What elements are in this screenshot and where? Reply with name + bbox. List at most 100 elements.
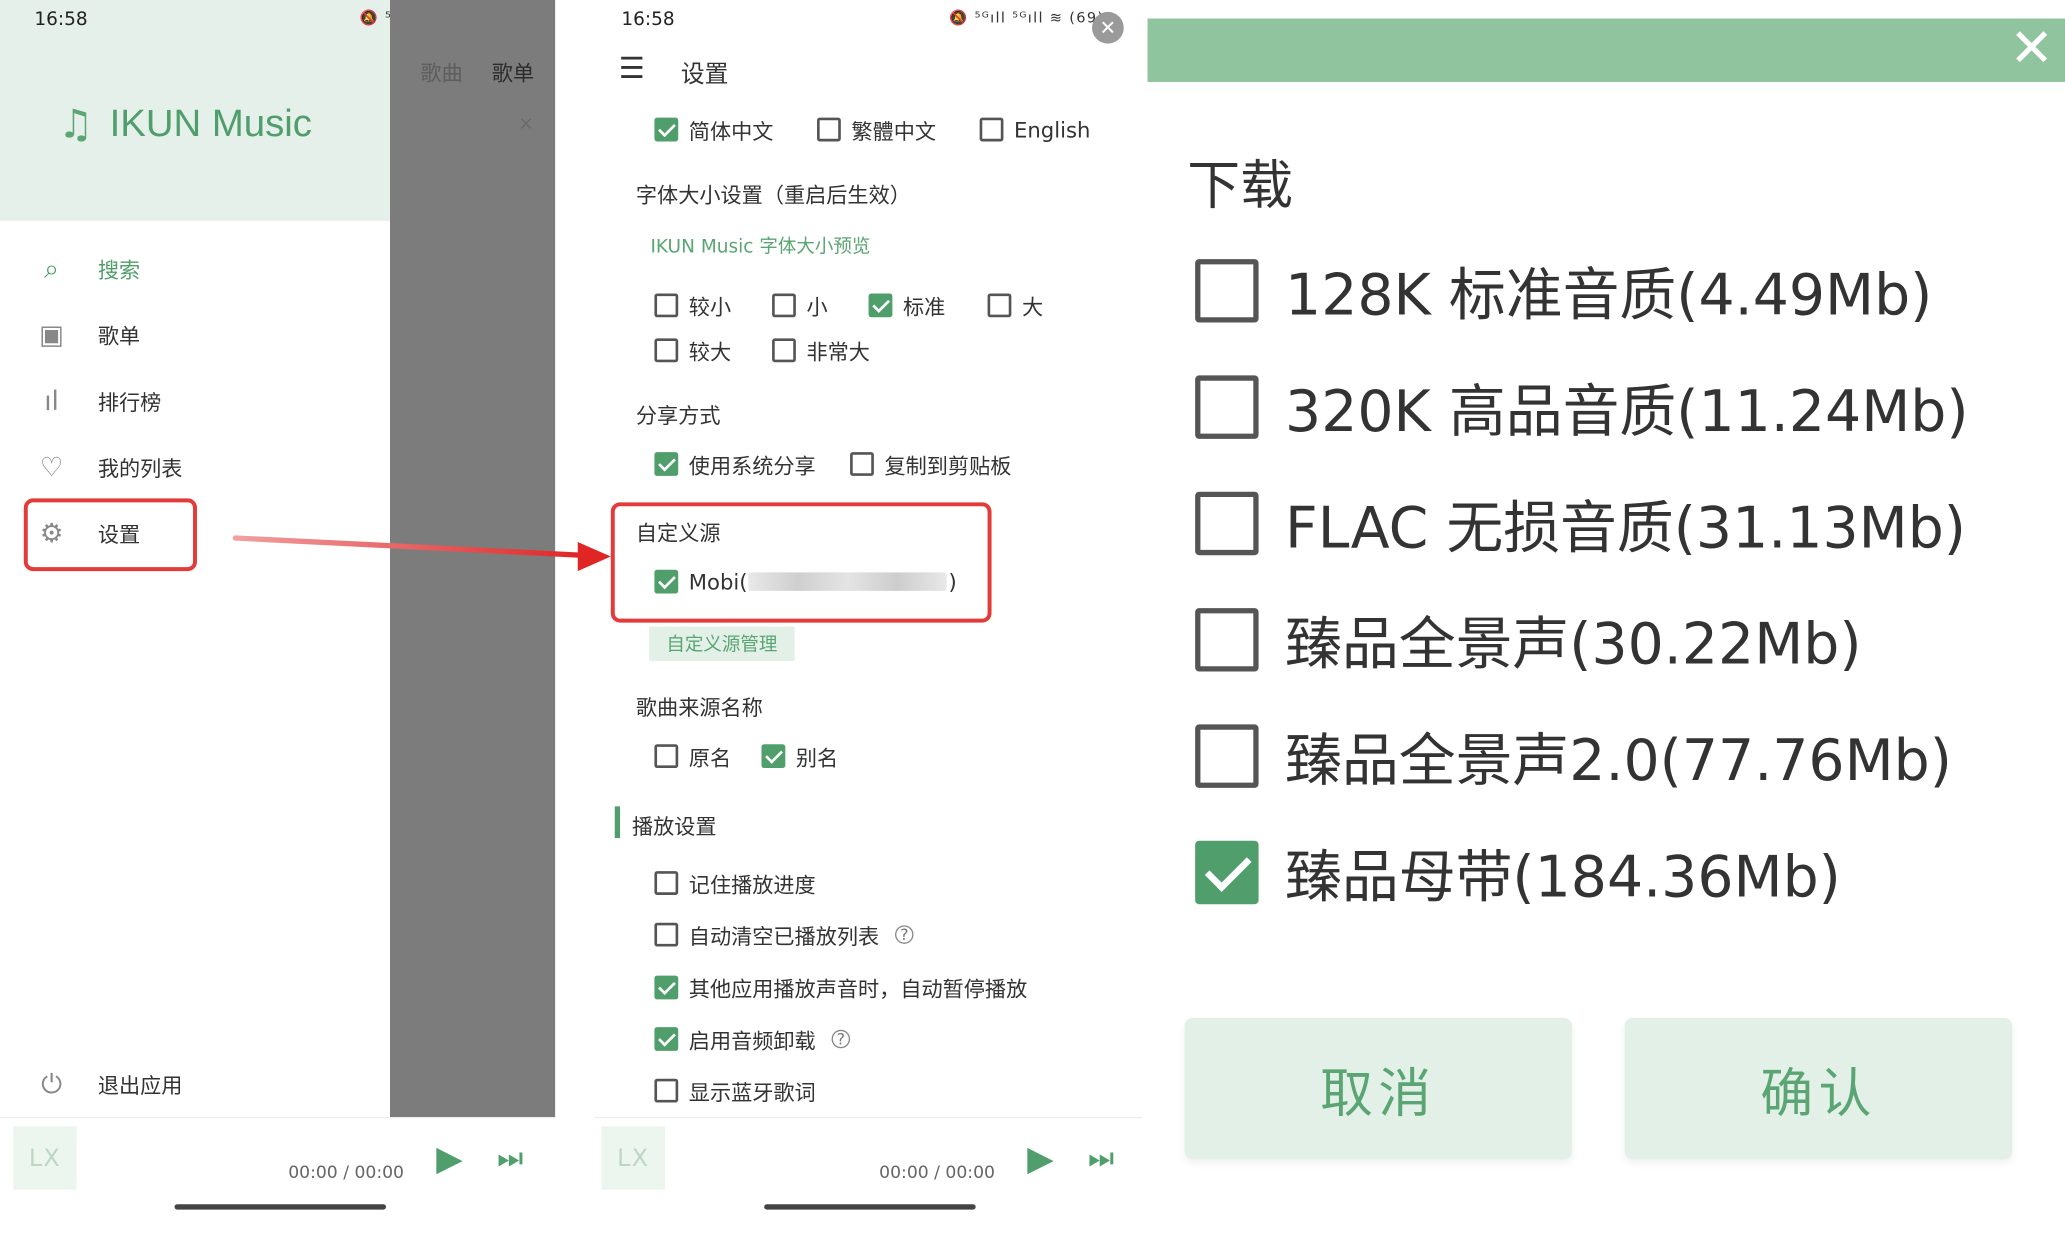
font-standard-checkbox[interactable]: 标准 — [868, 291, 946, 320]
checkbox-unchecked — [772, 293, 796, 318]
quality-option-flac[interactable]: FLAC 无损音质(31.13Mb) — [1195, 490, 1966, 562]
section-accent-bar — [614, 806, 621, 839]
close-icon[interactable]: ✕ — [2010, 21, 2054, 77]
drawer-item-playlist[interactable]: ▣ 歌单 — [34, 315, 140, 355]
drawer-item-label: 搜索 — [97, 257, 141, 283]
checkbox-unchecked — [654, 293, 679, 318]
home-indicator — [174, 1204, 387, 1210]
checkbox-label: 简体中文 — [688, 118, 774, 145]
custom-source-manage-button[interactable]: 自定义源管理 — [649, 626, 795, 661]
lang-zh-tw-checkbox[interactable]: 繁體中文 — [817, 115, 936, 144]
custom-source-highlight-box — [610, 502, 992, 623]
drawer-item-label: 歌单 — [97, 323, 141, 349]
album-art[interactable]: LX — [13, 1126, 77, 1190]
play-time: 00:00 / 00:00 — [288, 1163, 404, 1184]
drawer-screen: 16:58 🔕 ⁵ᴳıll ⁵ᴳıll ≋ (69) ♫ IKUN Music … — [0, 0, 556, 1236]
checkbox-unchecked — [1195, 491, 1259, 556]
checkbox-unchecked — [654, 338, 679, 363]
checkbox-label: 复制到剪贴板 — [884, 453, 1012, 479]
font-larger-checkbox[interactable]: 较大 — [654, 336, 731, 365]
checkbox-checked — [868, 293, 893, 318]
auto-clear-checkbox[interactable]: 自动清空已播放列表? — [654, 920, 914, 950]
help-icon[interactable]: ? — [895, 925, 914, 944]
checkbox-label: 小 — [806, 294, 828, 320]
quality-option-atmos-2[interactable]: 臻品全景声2.0(77.76Mb) — [1195, 723, 1952, 794]
font-small-checkbox[interactable]: 小 — [772, 291, 828, 320]
dialog-title: 下载 — [1187, 155, 1293, 217]
checkbox-unchecked — [1195, 375, 1259, 439]
search-icon: ⌕ — [44, 252, 59, 285]
checkbox-label: 标准 — [902, 294, 946, 320]
share-section-title: 分享方式 — [635, 403, 721, 429]
cancel-button[interactable]: 取消 — [1184, 1017, 1572, 1160]
font-preview-text: IKUN Music 字体大小预览 — [650, 236, 871, 258]
checkbox-unchecked — [987, 293, 1012, 318]
close-icon[interactable]: ✕ — [1092, 11, 1124, 44]
checkbox-unchecked — [654, 744, 679, 769]
drawer-item-search[interactable]: ⌕ 搜索 — [34, 249, 140, 289]
exit-app-button[interactable]: ⏻ 退出应用 — [34, 1064, 182, 1104]
audio-offload-checkbox[interactable]: 启用音频卸载? — [654, 1024, 851, 1054]
checkbox-label: 原名 — [688, 745, 732, 771]
font-huge-checkbox[interactable]: 非常大 — [772, 336, 870, 365]
player-bar: LX 00:00 / 00:00 ▶ ⏭ — [594, 1117, 1143, 1236]
settings-screen: 16:58 🔕 ⁵ᴳıll ⁵ᴳıll ≋ (69) ✕ ☰ 设置 简体中文 繁… — [594, 0, 1143, 1236]
status-icons: 🔕 ⁵ᴳıll ⁵ᴳıll ≋ (69) — [949, 9, 1105, 27]
quality-option-atmos[interactable]: 臻品全景声(30.22Mb) — [1195, 607, 1862, 678]
chart-icon: ıl — [44, 384, 59, 417]
dimmed-overlay[interactable]: 歌曲 歌单 × — [390, 0, 556, 1118]
font-smaller-checkbox[interactable]: 较小 — [654, 291, 731, 320]
source-name-alias-checkbox[interactable]: 别名 — [761, 742, 838, 771]
lang-zh-cn-checkbox[interactable]: 简体中文 — [654, 115, 773, 144]
source-name-original-checkbox[interactable]: 原名 — [654, 742, 731, 771]
app-brand: ♫ IKUN Music — [58, 98, 312, 151]
next-track-icon[interactable]: ⏭ — [1088, 1142, 1114, 1175]
checkbox-unchecked — [850, 452, 874, 476]
close-icon: × — [518, 113, 534, 135]
checkbox-label: 自动清空已播放列表 — [688, 924, 880, 950]
remember-progress-checkbox[interactable]: 记住播放进度 — [654, 869, 816, 898]
checkbox-label: 大 — [1021, 294, 1044, 320]
auto-pause-checkbox[interactable]: 其他应用播放声音时，自动暂停播放 — [654, 973, 1027, 1002]
play-icon[interactable]: ▶ — [1027, 1140, 1053, 1180]
checkbox-checked — [1195, 840, 1259, 905]
bluetooth-lyrics-checkbox[interactable]: 显示蓝牙歌词 — [654, 1076, 816, 1106]
quality-option-master[interactable]: 臻品母带(184.36Mb) — [1195, 839, 1841, 911]
drawer-item-chart[interactable]: ıl 排行榜 — [34, 381, 161, 421]
quality-label: 臻品母带(184.36Mb) — [1285, 844, 1841, 911]
lang-en-checkbox[interactable]: English — [979, 115, 1090, 144]
quality-option-128k[interactable]: 128K 标准音质(4.49Mb) — [1195, 258, 1932, 329]
status-time: 16:58 — [34, 9, 88, 31]
dialog-title-bar — [1147, 18, 2065, 82]
checkbox-label: 记住播放进度 — [688, 872, 816, 898]
download-dialog: ✕ 下载 128K 标准音质(4.49Mb) 320K 高品音质(11.24Mb… — [1147, 0, 2065, 1236]
checkbox-label: 显示蓝牙歌词 — [688, 1080, 816, 1106]
checkbox-checked — [654, 117, 679, 142]
menu-icon[interactable]: ☰ — [619, 53, 645, 86]
quality-option-320k[interactable]: 320K 高品音质(11.24Mb) — [1195, 374, 1969, 445]
share-clipboard-checkbox[interactable]: 复制到剪贴板 — [850, 449, 1012, 479]
playlist-icon: ▣ — [39, 318, 65, 351]
font-large-checkbox[interactable]: 大 — [987, 291, 1044, 320]
checkbox-unchecked — [654, 922, 679, 947]
confirm-button[interactable]: 确认 — [1624, 1017, 2013, 1160]
checkbox-label: 使用系统分享 — [688, 453, 816, 479]
music-note-icon: ♫ — [58, 101, 94, 148]
quality-label: 臻品全景声2.0(77.76Mb) — [1285, 728, 1952, 795]
play-icon[interactable]: ▶ — [436, 1140, 462, 1180]
album-art[interactable]: LX — [601, 1126, 665, 1190]
share-system-checkbox[interactable]: 使用系统分享 — [654, 449, 816, 479]
page-title: 设置 — [680, 60, 729, 89]
drawer-item-my-list[interactable]: ♡ 我的列表 — [34, 447, 183, 487]
tab-playlist: 歌单 — [491, 60, 535, 86]
drawer-item-label: 我的列表 — [97, 456, 183, 482]
next-track-icon[interactable]: ⏭ — [497, 1142, 523, 1175]
checkbox-label: 其他应用播放声音时，自动暂停播放 — [688, 976, 1028, 1003]
checkbox-unchecked — [817, 117, 841, 142]
power-icon: ⏻ — [41, 1068, 63, 1100]
quality-label: 臻品全景声(30.22Mb) — [1285, 612, 1862, 679]
checkbox-unchecked — [772, 338, 796, 363]
help-icon[interactable]: ? — [831, 1029, 851, 1049]
status-bar: 16:58 🔕 ⁵ᴳıll ⁵ᴳıll ≋ (69) — [595, 0, 1142, 40]
checkbox-checked — [654, 975, 679, 1000]
